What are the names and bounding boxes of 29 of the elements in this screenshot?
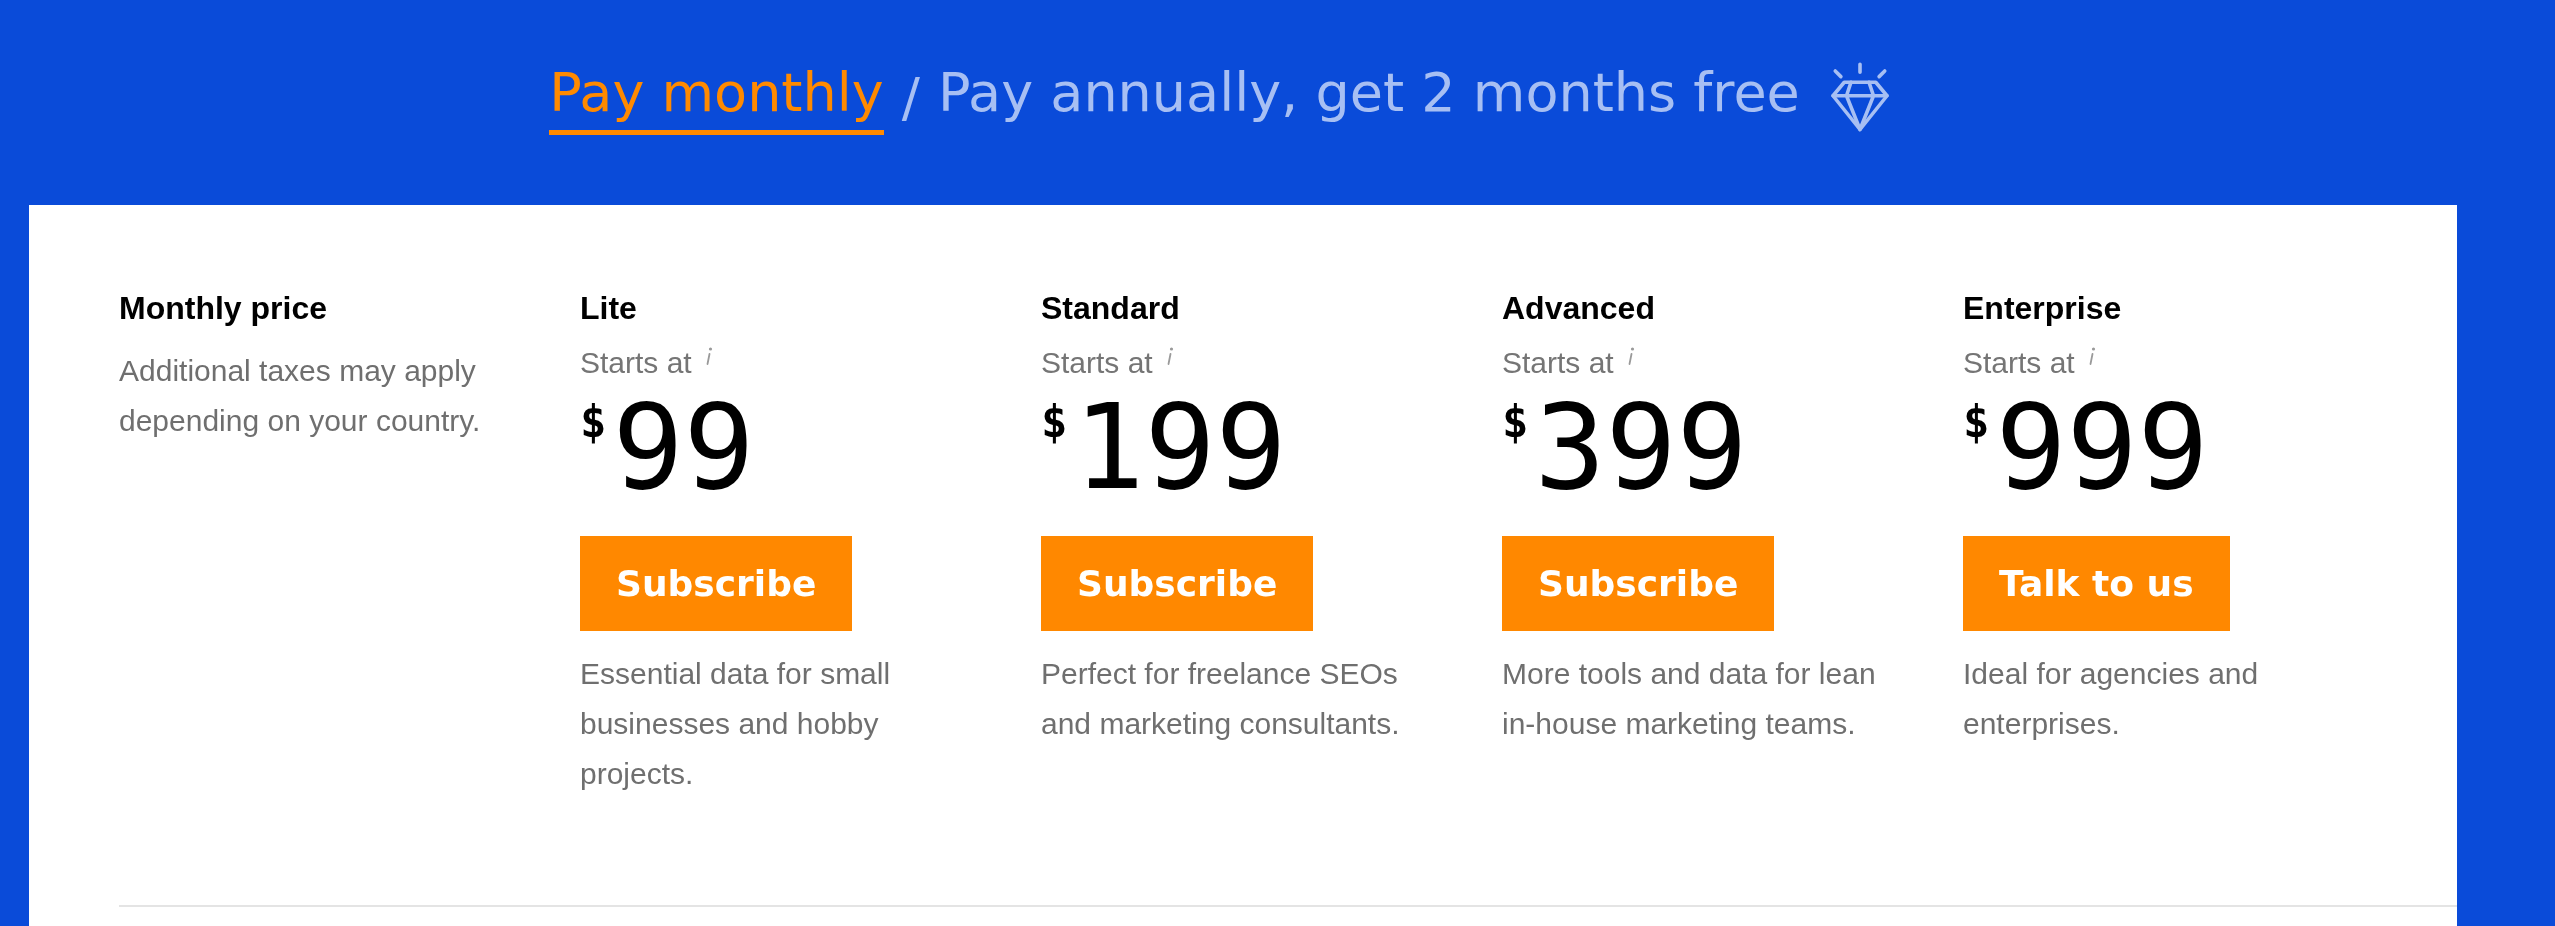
plan-name: Standard (1041, 290, 1180, 328)
price-amount: 399 (1534, 388, 1748, 506)
currency-sign: $ (580, 400, 607, 444)
billing-toggle-link[interactable]: Pay monthly (549, 60, 884, 135)
price-amount: 99 (612, 388, 755, 506)
plan-name: Lite (580, 290, 637, 328)
currency-sign: $ (1502, 400, 1529, 444)
price-amount: 199 (1073, 388, 1287, 506)
plan-button[interactable]: Subscribe (1502, 536, 1775, 631)
starts-at-label: Starts at (1963, 346, 2075, 380)
tax-note: Additional taxes may apply depending on your country. (119, 353, 482, 439)
starts-at-label: Starts at (1502, 346, 1614, 380)
currency-sign: $ (1041, 400, 1068, 444)
plan-name: Enterprise (1963, 290, 2122, 328)
billing-toggle-link[interactable]: Pay annually, get 2 months free (937, 60, 1800, 135)
currency-sign: $ (1963, 400, 1990, 444)
plan-button[interactable]: Subscribe (580, 536, 853, 631)
plan-description: Ideal for agencies and enterprises. (1963, 656, 2260, 742)
plan-description: Essential data for small businesses and hobby projects. (580, 656, 892, 792)
separator-slash: / (901, 66, 920, 129)
column-title: Monthly price (119, 290, 327, 328)
plan-button[interactable]: Subscribe (1041, 536, 1314, 631)
starts-at-label: Starts at (1041, 346, 1153, 380)
price-amount: 999 (1995, 388, 2209, 506)
plan-name: Advanced (1502, 290, 1655, 328)
starts-at-label: Starts at (580, 346, 692, 380)
plan-description: More tools and data for lean in-house marketing teams. (1502, 656, 1877, 742)
plan-button[interactable]: Talk to us (1963, 536, 2230, 631)
plan-description: Perfect for freelance SEOs and marketing consultants. (1041, 656, 1401, 742)
